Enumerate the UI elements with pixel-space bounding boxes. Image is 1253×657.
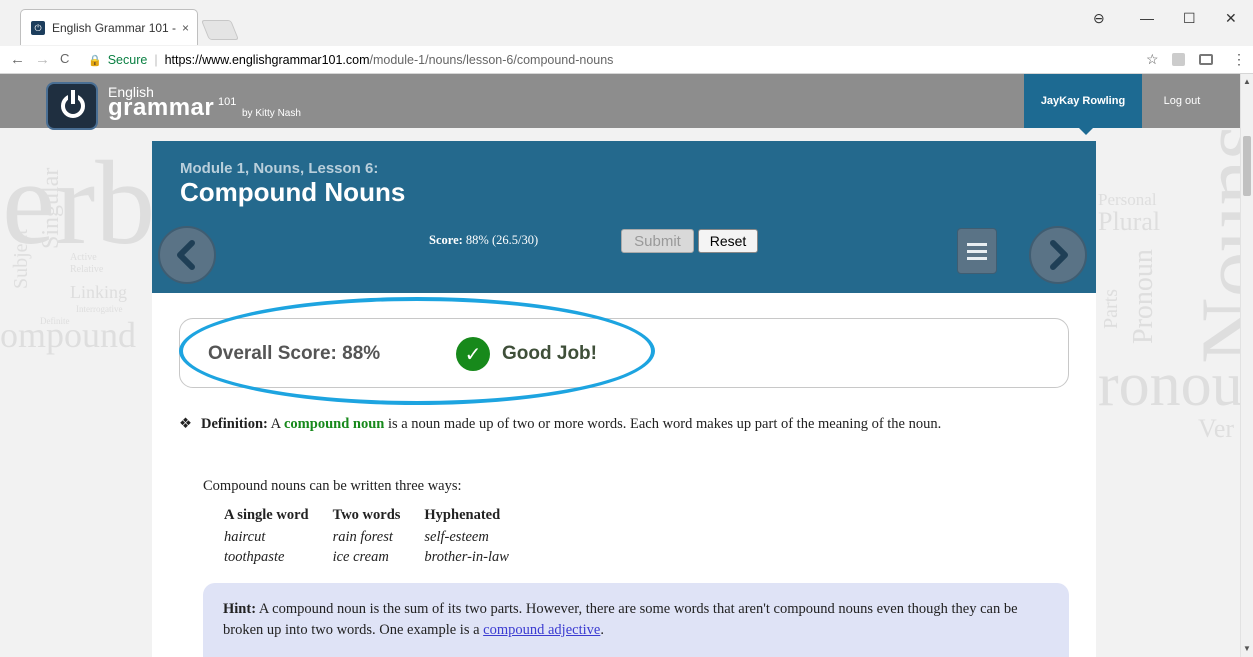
chevron-right-icon (1050, 240, 1068, 270)
definition-keyword: compound noun (283, 416, 385, 432)
definition-post: is a noun made up of two or more words. … (384, 416, 942, 432)
bg-word: Singular (38, 167, 64, 249)
score-label: Score: (429, 233, 463, 247)
table-row: toothpaste ice cream brother-in-law (224, 548, 531, 566)
hint-text: A compound noun is the sum of its two pa… (223, 601, 1018, 638)
table-header: A single word (224, 507, 309, 523)
bg-word: Linking (70, 282, 127, 302)
power-icon (61, 90, 85, 118)
extension-icon[interactable] (1172, 53, 1185, 66)
table-cell: brother-in-law (424, 549, 509, 565)
definition-block: ❖ Definition: A compound noun is a noun … (179, 414, 999, 434)
diamond-bullet-icon: ❖ (179, 416, 192, 432)
account-icon[interactable]: ⊖ (1093, 10, 1105, 27)
bg-word: ronouns (1098, 351, 1240, 419)
hamburger-icon-bar (967, 242, 987, 246)
table-cell: haircut (224, 529, 266, 545)
bg-word: Definite (40, 316, 70, 326)
site-favicon-icon: ⏻ (31, 20, 45, 35)
page-scrollbar[interactable]: ▲ ▼ (1240, 74, 1253, 657)
hint-box: Hint: A compound noun is the sum of its … (203, 583, 1069, 657)
table-row: haircut rain forest self-esteem (224, 528, 531, 546)
hamburger-icon-bar (967, 249, 987, 253)
lesson-banner: Module 1, Nouns, Lesson 6: Compound Noun… (152, 141, 1096, 293)
site-header: English grammar 101 by Kitty Nash JayKay… (0, 74, 1240, 135)
browser-tab[interactable]: ⏻ English Grammar 101 - N × (20, 9, 198, 45)
bg-word: Interrogative (76, 304, 123, 314)
reset-button[interactable]: Reset (698, 229, 758, 253)
hamburger-icon-bar (967, 256, 987, 260)
definition-pre: A (267, 416, 284, 432)
previous-lesson-button[interactable] (158, 226, 216, 284)
bg-word: Personal (1098, 190, 1157, 209)
bookmark-star-icon[interactable]: ☆ (1146, 51, 1159, 68)
bg-word: Active (70, 252, 97, 263)
scroll-up-icon[interactable]: ▲ (1243, 77, 1251, 86)
table-cell: self-esteem (424, 529, 489, 545)
compound-ways-table: A single word Two words Hyphenated hairc… (222, 505, 533, 568)
brand-grammar: grammar (108, 94, 215, 121)
tab-close-icon[interactable]: × (182, 21, 189, 35)
hint-end: . (600, 622, 604, 638)
table-header: Hyphenated (424, 507, 501, 523)
browser-toolbar: ← → C 🔒 Secure | https://www.englishgram… (0, 46, 1253, 74)
next-lesson-button[interactable] (1029, 226, 1087, 284)
ways-intro: Compound nouns can be written three ways… (203, 478, 462, 494)
definition-text: Definition: A compound noun is a noun ma… (179, 414, 999, 434)
bg-word: Pronoun (1128, 249, 1159, 344)
table-header: Two words (332, 507, 401, 523)
lock-icon: 🔒 (88, 54, 102, 67)
hint-label: Hint: (223, 601, 257, 617)
compound-adjective-link[interactable]: compound adjective (483, 622, 600, 638)
cast-icon[interactable] (1199, 54, 1213, 65)
secure-label: Secure (107, 53, 148, 67)
bg-word: Relative (70, 264, 104, 275)
table-header-row: A single word Two words Hyphenated (224, 507, 531, 526)
scroll-down-icon[interactable]: ▼ (1243, 644, 1251, 653)
brand-101: 101 (218, 96, 237, 108)
lesson-subtitle: Module 1, Nouns, Lesson 6: (180, 160, 379, 177)
new-tab-button[interactable] (200, 20, 240, 40)
bg-word: Plural (1098, 207, 1161, 236)
submit-button[interactable]: Submit (621, 229, 694, 253)
site-logo[interactable] (46, 82, 98, 130)
reload-button[interactable]: C (60, 51, 69, 66)
url-path: /module-1/nouns/lesson-6/compound-nouns (369, 53, 614, 67)
minimize-button[interactable]: — (1140, 10, 1154, 26)
table-cell: rain forest (332, 529, 393, 545)
logout-button[interactable]: Log out (1142, 74, 1222, 128)
browser-menu-icon[interactable]: ⋮ (1232, 51, 1246, 68)
highlight-ellipse (179, 297, 655, 405)
url-separator: | (154, 53, 158, 67)
url-host: https://www.englishgrammar101.com (164, 53, 370, 67)
bg-word: Parts (1100, 289, 1122, 329)
lesson-title: Compound Nouns (180, 177, 406, 207)
lesson-score: Score: 88% (26.5/30) (429, 233, 538, 248)
bg-word: ompound (0, 315, 137, 355)
close-window-button[interactable]: ✕ (1225, 10, 1237, 27)
scroll-thumb[interactable] (1243, 136, 1251, 196)
forward-button[interactable]: → (35, 51, 50, 68)
chevron-left-icon (177, 240, 195, 270)
address-bar[interactable]: 🔒 Secure | https://www.englishgrammar101… (88, 49, 1148, 71)
user-account-button[interactable]: JayKay Rowling (1024, 74, 1142, 135)
back-button[interactable]: ← (10, 51, 25, 68)
table-cell: toothpaste (224, 549, 285, 565)
bg-word: Subject (10, 229, 32, 289)
bg-word: Ver (1198, 414, 1235, 443)
table-cell: ice cream (332, 549, 389, 565)
lesson-menu-button[interactable] (957, 228, 997, 274)
brand-byline: by Kitty Nash (242, 108, 301, 119)
tab-title: English Grammar 101 - N (52, 20, 176, 35)
bg-word: Nouns (1182, 123, 1240, 364)
definition-label: Definition: (201, 416, 268, 432)
maximize-button[interactable]: ☐ (1183, 10, 1196, 27)
browser-tabstrip: ⏻ English Grammar 101 - N × ⊖ — ☐ ✕ (0, 0, 1253, 46)
score-value: 88% (26.5/30) (465, 233, 539, 247)
